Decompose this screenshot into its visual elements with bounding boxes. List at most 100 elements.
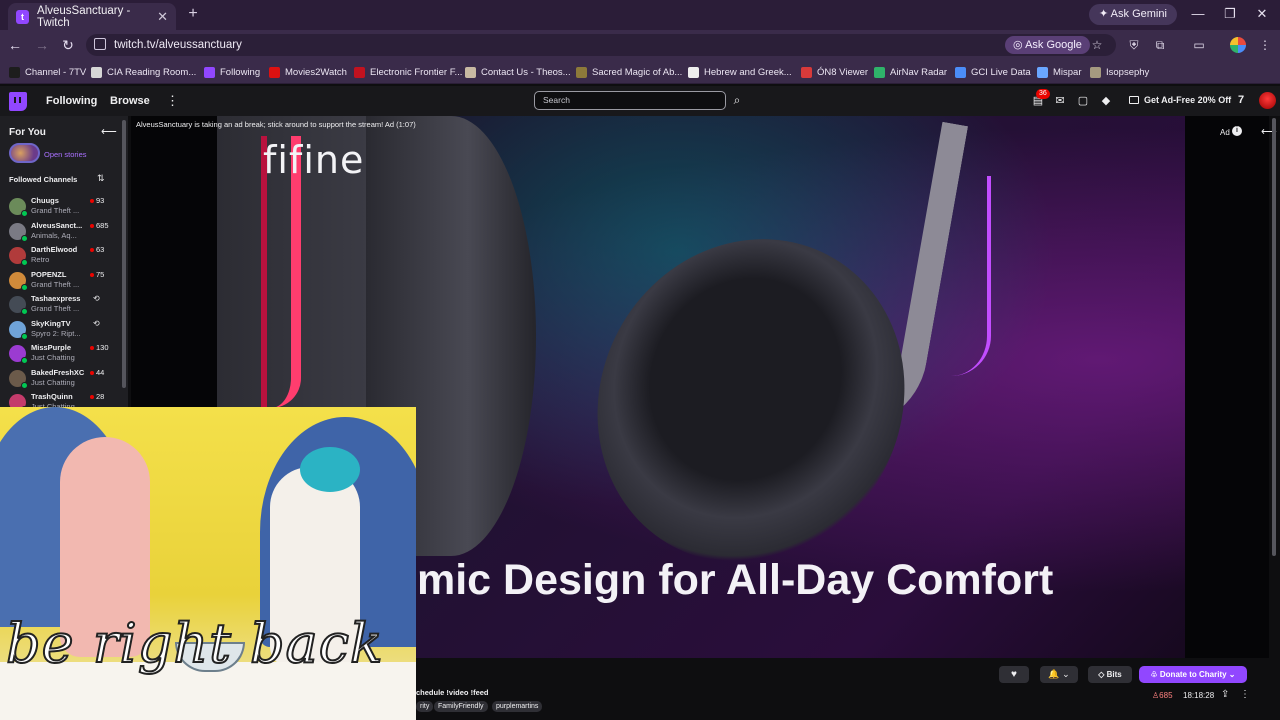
bits-button[interactable]: ◇ Bits bbox=[1088, 666, 1132, 683]
rerun-icon: ⟲ bbox=[93, 294, 100, 303]
channel-viewer-count: 63 bbox=[96, 245, 105, 254]
tab-close-icon[interactable]: ✕ bbox=[157, 9, 168, 25]
donate-label: Donate to Charity bbox=[1159, 670, 1227, 679]
stream-uptime: 18:18:28 bbox=[1183, 691, 1215, 700]
notification-count-badge: 36 bbox=[1036, 89, 1050, 99]
channel-category: Spyro 2: Ript... bbox=[31, 328, 81, 338]
bookmark-item[interactable]: Movies2Watch bbox=[269, 66, 347, 78]
bookmark-item[interactable]: Contact Us - Theos... bbox=[465, 66, 571, 78]
for-you-heading: For You bbox=[9, 127, 46, 138]
followed-channel-item[interactable]: MissPurple Just Chatting 130 bbox=[0, 343, 124, 367]
online-status-icon bbox=[21, 234, 28, 242]
bookmark-item[interactable]: Sacred Magic of Ab... bbox=[576, 66, 682, 78]
twitch-favicon-icon: t bbox=[16, 9, 30, 24]
followed-channel-item[interactable]: BakedFreshXC Just Chatting 44 bbox=[0, 368, 124, 392]
profile-avatar[interactable] bbox=[1230, 37, 1246, 53]
url-text[interactable]: twitch.tv/alveussanctuary bbox=[114, 39, 242, 51]
bookmark-label: Electronic Frontier F... bbox=[370, 66, 463, 78]
stream-tag[interactable]: purplemartins bbox=[492, 701, 543, 712]
twitch-logo-icon[interactable] bbox=[9, 92, 27, 111]
search-input[interactable]: Search bbox=[534, 91, 726, 110]
stories-avatar[interactable] bbox=[9, 143, 40, 163]
more-options-icon[interactable]: ⋮ bbox=[1240, 689, 1250, 700]
ad-info-icon[interactable]: i bbox=[1232, 126, 1242, 136]
online-status-icon bbox=[21, 259, 28, 266]
window-close-button[interactable]: ✕ bbox=[1247, 4, 1277, 24]
followed-channel-item[interactable]: POPENZL Grand Theft ... 75 bbox=[0, 270, 124, 294]
bookmark-item[interactable]: Isopsephy bbox=[1090, 66, 1149, 78]
channel-viewer-count: 685 bbox=[96, 220, 109, 230]
sidebar-scrollbar[interactable] bbox=[122, 120, 126, 388]
bookmark-item[interactable]: CIA Reading Room... bbox=[91, 66, 196, 78]
back-button[interactable]: ← bbox=[6, 36, 24, 54]
minimize-button[interactable]: — bbox=[1183, 4, 1213, 24]
channel-avatar bbox=[9, 345, 28, 364]
nav-more-icon[interactable]: ⋮ bbox=[166, 93, 179, 109]
followed-channel-item[interactable]: SkyKingTV Spyro 2: Ript... ⟲ bbox=[0, 319, 124, 343]
7tv-extension-icon[interactable]: 7 bbox=[1238, 94, 1244, 106]
site-info-icon[interactable] bbox=[94, 38, 106, 50]
bookmark-label: CIA Reading Room... bbox=[107, 66, 197, 78]
bits-crown-icon[interactable]: ◆ bbox=[1100, 95, 1112, 107]
page-scrollbar[interactable] bbox=[1272, 118, 1276, 556]
bits-label: Bits bbox=[1106, 670, 1122, 679]
reload-button[interactable]: ↻ bbox=[59, 36, 77, 54]
forward-button[interactable]: → bbox=[33, 36, 51, 54]
follow-heart-button[interactable]: ♥ bbox=[999, 666, 1029, 683]
sort-icon[interactable]: ⇅ bbox=[97, 173, 105, 184]
extensions-icon[interactable]: ⧉ bbox=[1153, 38, 1167, 52]
ask-gemini-button[interactable]: ✦ Ask Gemini bbox=[1089, 4, 1177, 25]
rerun-icon: ⟲ bbox=[93, 318, 100, 328]
letterbox-right bbox=[1185, 116, 1269, 658]
channel-name: BakedFreshXC bbox=[31, 367, 85, 377]
new-tab-button[interactable]: + bbox=[184, 5, 202, 23]
stream-tag[interactable]: rity bbox=[416, 701, 434, 712]
live-indicator-icon bbox=[90, 395, 94, 399]
nav-browse-link[interactable]: Browse bbox=[110, 95, 150, 107]
browser-tab[interactable]: t AlveusSanctuary - Twitch ✕ bbox=[8, 3, 176, 30]
bookmark-favicon-icon bbox=[955, 66, 966, 78]
bookmark-label: Channel - 7TV bbox=[25, 66, 87, 78]
bookmark-item[interactable]: GCI Live Data bbox=[955, 66, 1031, 78]
bookmark-item[interactable]: Hebrew and Greek... bbox=[688, 66, 792, 78]
followed-channel-item[interactable]: Chuugs Grand Theft ... 93 bbox=[0, 196, 124, 220]
donate-to-charity-button[interactable]: ♧ Donate to Charity ⌄ bbox=[1139, 666, 1247, 683]
restore-button[interactable]: ❐ bbox=[1215, 4, 1245, 24]
stream-tag[interactable]: FamilyFriendly bbox=[434, 701, 488, 712]
bookmark-favicon-icon bbox=[576, 66, 587, 78]
open-stories-link[interactable]: Open stories bbox=[44, 150, 87, 159]
bookmark-item[interactable]: Following bbox=[204, 66, 260, 78]
bookmark-item[interactable]: Electronic Frontier F... bbox=[354, 66, 462, 78]
channel-category: Animals, Aq... bbox=[31, 230, 77, 240]
followed-channel-item[interactable]: Tashaexpress Grand Theft ... ⟲ bbox=[0, 294, 124, 318]
side-panel-icon[interactable]: ▭ bbox=[1192, 38, 1206, 52]
nav-following-link[interactable]: Following bbox=[46, 95, 97, 107]
live-indicator-icon bbox=[90, 272, 94, 277]
get-ad-free-button[interactable]: Get Ad-Free 20% Off bbox=[1144, 93, 1231, 108]
channel-category: Grand Theft ... bbox=[31, 279, 80, 289]
browser-menu-icon[interactable]: ⋮ bbox=[1258, 38, 1272, 52]
ask-gemini-label: Ask Gemini bbox=[1110, 8, 1167, 20]
bookmark-star-icon[interactable]: ☆ bbox=[1090, 38, 1104, 52]
share-icon[interactable]: ⇪ bbox=[1221, 689, 1229, 700]
notification-bell-button[interactable]: 🔔 ⌄ bbox=[1040, 666, 1078, 683]
search-icon[interactable]: ⌕ bbox=[728, 91, 746, 110]
followed-channel-item[interactable]: DarthElwood Retro 63 bbox=[0, 245, 124, 269]
bookmark-item[interactable]: Channel - 7TV bbox=[9, 66, 86, 78]
inbox-icon[interactable]: ✉ bbox=[1054, 95, 1066, 107]
bookmark-item[interactable]: ÓN8 Viewer bbox=[801, 66, 868, 78]
ask-google-button[interactable]: ◎ Ask Google bbox=[1005, 36, 1090, 54]
bookmark-favicon-icon bbox=[204, 66, 215, 78]
bookmark-item[interactable]: Mispar bbox=[1037, 66, 1082, 78]
whispers-icon[interactable]: ▢ bbox=[1077, 95, 1089, 107]
channel-name: MissPurple bbox=[31, 343, 72, 352]
bookmark-item[interactable]: AirNav Radar bbox=[874, 66, 947, 78]
bookmark-label: Sacred Magic of Ab... bbox=[592, 66, 683, 78]
shield-extension-icon[interactable]: ⛨ bbox=[1127, 38, 1141, 52]
collapse-sidebar-icon[interactable]: ⟵ bbox=[101, 125, 117, 138]
user-avatar[interactable] bbox=[1259, 92, 1276, 109]
followed-channel-item[interactable]: AlveusSanct... Animals, Aq... 685 bbox=[0, 221, 124, 245]
channel-category: Retro bbox=[31, 255, 50, 264]
ad-tagline: mic Design for All-Day Comfort bbox=[417, 556, 1054, 604]
channel-name: DarthElwood bbox=[31, 245, 78, 254]
